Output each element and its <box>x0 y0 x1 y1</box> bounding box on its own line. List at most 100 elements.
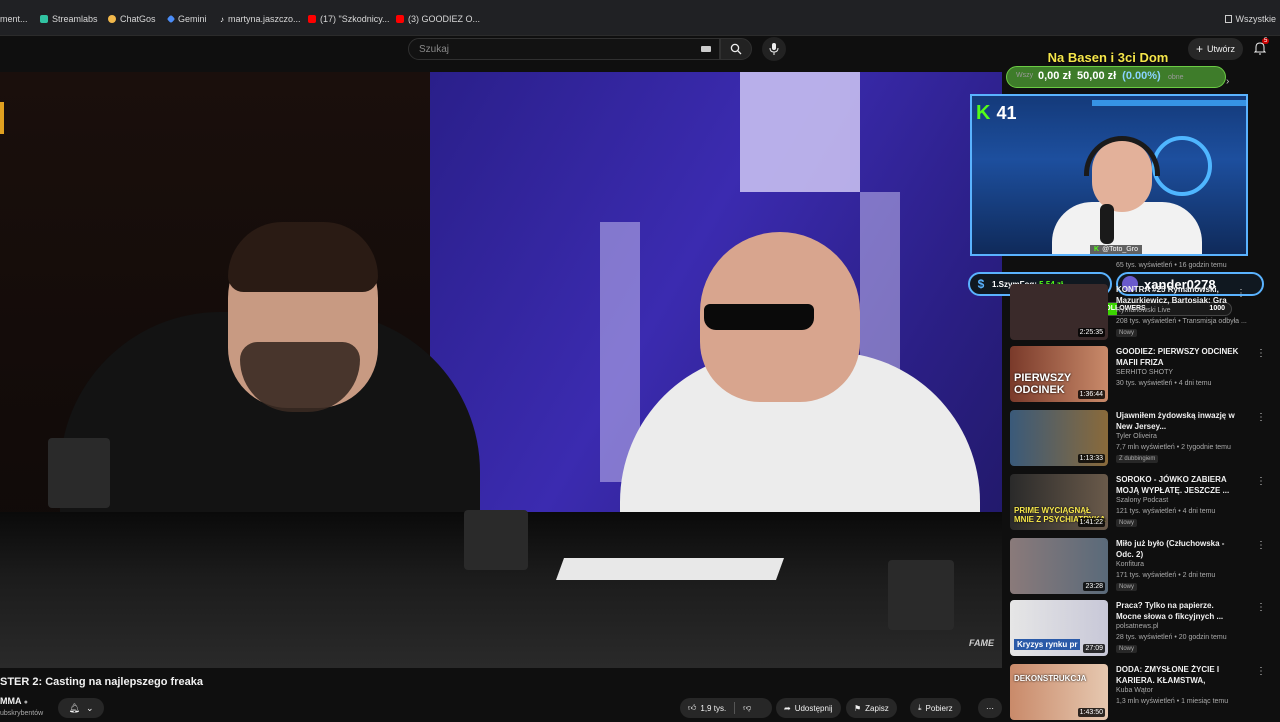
streamlabs-icon <box>40 15 48 23</box>
channel-name-text: MMA <box>0 696 22 706</box>
search-input[interactable]: Szukaj <box>408 38 720 60</box>
ring-light <box>1152 136 1212 196</box>
more-options-icon[interactable]: ⋮ <box>1256 666 1266 677</box>
microphone-icon <box>769 43 779 55</box>
rec-channel[interactable]: Kuba Wątor <box>1116 687 1153 694</box>
microphone <box>1100 204 1114 244</box>
duration-badge: 1:13:33 <box>1077 454 1105 463</box>
video-thumbnail[interactable]: PRIME WYCIĄGNĄŁ MNIE Z PSYCHIATRYKA 1:41… <box>1010 474 1108 530</box>
underlay-text: obne <box>1168 74 1184 81</box>
rec-badge: Nowy <box>1116 329 1138 337</box>
bookmark-item[interactable]: ChatGos <box>108 14 156 24</box>
subscription-bell-button[interactable]: 🔔︎ ⌄ <box>58 698 104 718</box>
bookmark-label: Gemini <box>178 14 207 24</box>
partial-rec-meta: 65 tys. wyświetleń • 16 godzin temu <box>1116 262 1227 269</box>
list-item[interactable]: DEKONSTRUKCJA 1:43:50 DODA: ZMYSŁONE ŻYC… <box>1010 664 1274 722</box>
rec-title[interactable]: KONTRA #25 Rymanowski, Mazurkiewicz, Bar… <box>1116 284 1240 306</box>
underlay-text: Wszy <box>1016 72 1034 79</box>
viewer-count: K 41 <box>976 102 1016 125</box>
rec-title[interactable]: SOROKO - JÓWKO ZABIERA MOJĄ WYPŁATĘ. JES… <box>1116 474 1240 496</box>
all-bookmarks[interactable]: Wszystkie <box>1224 14 1277 24</box>
dislike-button[interactable]: 👎︎ <box>743 703 751 713</box>
video-title: STER 2: Casting na najlepszego freaka <box>0 676 203 688</box>
duration-badge: 27:09 <box>1083 644 1105 653</box>
notifications-badge: 5 <box>1262 38 1270 44</box>
recommendations-list: 65 tys. wyświetleń • 16 godzin temu ⋮ 2:… <box>1004 258 1280 720</box>
thumbnail-text: DEKONSTRUKCJA <box>1014 674 1087 683</box>
download-label: Pobierz <box>925 703 953 713</box>
list-item[interactable]: 23:28 Miło już było (Człuchowska - Odc. … <box>1010 538 1274 596</box>
thumbs-up-icon: 👍︎ <box>688 703 697 712</box>
bookmark-item[interactable]: (3) GOODIEZ O... <box>396 14 480 24</box>
video-thumbnail[interactable]: Kryzys rynku pr 27:09 <box>1010 600 1108 656</box>
video-thumbnail[interactable]: 23:28 <box>1010 538 1108 594</box>
tiktok-icon: ♪ <box>220 14 224 24</box>
rec-channel[interactable]: SERHITO SHOTY <box>1116 369 1173 376</box>
goal-values: 0,00 zł 50,00 zł (0.00%) <box>1038 70 1161 82</box>
search-button[interactable] <box>720 38 752 60</box>
rec-channel[interactable]: Tyler Oliveira <box>1116 433 1157 440</box>
rec-title[interactable]: Miło już było (Człuchowska - Odc. 2) <box>1116 538 1240 560</box>
video-thumbnail[interactable]: PIERWSZY ODCINEK 1:36:44 <box>1010 346 1108 402</box>
neon-light <box>1092 100 1246 106</box>
video-thumbnail[interactable]: 1:13:33 <box>1010 410 1108 466</box>
keyboard-icon[interactable] <box>701 46 711 52</box>
chevron-right-icon[interactable]: › <box>1226 76 1229 87</box>
more-options-icon[interactable]: ⋮ <box>1256 540 1266 551</box>
donation-goal: Na Basen i 3ci Dom Wszy obne 0,00 zł 50,… <box>998 48 1228 94</box>
voice-search-button[interactable] <box>762 37 786 61</box>
duration-badge: 1:43:50 <box>1077 708 1105 717</box>
streamer-webcam: K 41 K @Toto_Gro <box>970 94 1248 256</box>
more-options-icon[interactable]: ⋮ <box>1256 348 1266 359</box>
rec-channel[interactable]: polsatnews.pl <box>1116 623 1158 630</box>
list-item[interactable]: PRIME WYCIĄGNĄŁ MNIE Z PSYCHIATRYKA 1:41… <box>1010 474 1274 532</box>
rec-title[interactable]: Praca? Tylko na papierze. Mocne słowa o … <box>1116 600 1240 622</box>
rec-channel[interactable]: Konfitura <box>1116 561 1144 568</box>
rec-title[interactable]: Ujawniłem żydowską inwazję w New Jersey.… <box>1116 410 1240 432</box>
duration-badge: 1:36:44 <box>1077 390 1105 399</box>
rec-meta: 30 tys. wyświetleń • 4 dni temu <box>1116 380 1212 387</box>
duration-badge: 2:25:35 <box>1077 328 1105 337</box>
bookmark-item[interactable]: (17) "Szkodnicy... <box>308 14 390 24</box>
paper-sheet <box>555 558 785 580</box>
share-button[interactable]: ➦ Udostępnij <box>776 698 841 718</box>
bookmark-item[interactable]: Streamlabs <box>40 14 98 24</box>
bookmark-item[interactable]: ♪ martyna.jaszczo... <box>220 14 301 24</box>
video-thumbnail[interactable]: 2:25:35 <box>1010 284 1108 340</box>
rec-channel[interactable]: Szalony Podcast <box>1116 497 1168 504</box>
bookmark-icon: ⚑ <box>854 703 862 713</box>
rec-title[interactable]: GOODIEZ: PIERWSZY ODCINEK MAFII FRIZA <box>1116 346 1240 368</box>
list-item[interactable]: 1:13:33 Ujawniłem żydowską inwazję w New… <box>1010 410 1274 468</box>
list-item[interactable]: PIERWSZY ODCINEK 1:36:44 GOODIEZ: PIERWS… <box>1010 346 1274 404</box>
download-button[interactable]: ⤓ Pobierz <box>910 698 961 718</box>
list-item[interactable]: 2:25:35 KONTRA #25 Rymanowski, Mazurkiew… <box>1010 284 1274 342</box>
more-actions-button[interactable]: ⋯ <box>978 698 1002 718</box>
thumbnail-text: Kryzys rynku pr <box>1014 639 1081 650</box>
youtube-icon <box>308 15 316 23</box>
more-options-icon[interactable]: ⋮ <box>1256 412 1266 423</box>
person-left-hair <box>228 222 378 292</box>
notifications-button[interactable]: 5 <box>1253 38 1270 56</box>
rec-meta: 1,3 mln wyświetleń • 1 miesiąc temu <box>1116 698 1229 705</box>
rec-title[interactable]: DODA: ZMYSŁONE ŻYCIE I KARIERA. KŁAMSTWA… <box>1116 664 1240 686</box>
bookmark-label: martyna.jaszczo... <box>228 14 301 24</box>
rec-meta: 171 tys. wyświetleń • 2 dni temu <box>1116 572 1216 579</box>
all-bookmarks-label: Wszystkie <box>1235 14 1277 24</box>
save-button[interactable]: ⚑ Zapisz <box>846 698 897 718</box>
video-thumbnail[interactable]: DEKONSTRUKCJA 1:43:50 <box>1010 664 1108 720</box>
more-options-icon[interactable]: ⋮ <box>1256 602 1266 613</box>
share-icon: ➦ <box>784 703 791 713</box>
bookmark-item[interactable]: ment... <box>0 14 28 24</box>
rec-channel[interactable]: Rymanowski Live <box>1116 307 1170 314</box>
list-item[interactable]: Kryzys rynku pr 27:09 Praca? Tylko na pa… <box>1010 600 1274 658</box>
video-info: STER 2: Casting na najlepszego freaka MM… <box>0 668 1002 720</box>
video-player[interactable]: FAME <box>0 72 1002 668</box>
search-icon <box>730 43 742 55</box>
headphones <box>1084 136 1160 176</box>
more-options-icon[interactable]: ⋮ <box>1256 476 1266 487</box>
channel-name[interactable]: MMA ● <box>0 696 28 706</box>
like-button[interactable]: 👍︎ 1,9 tys. <box>688 703 726 713</box>
bookmark-item[interactable]: Gemini <box>166 14 207 24</box>
folder-icon <box>1224 15 1232 23</box>
bookmark-label: (3) GOODIEZ O... <box>408 14 481 24</box>
